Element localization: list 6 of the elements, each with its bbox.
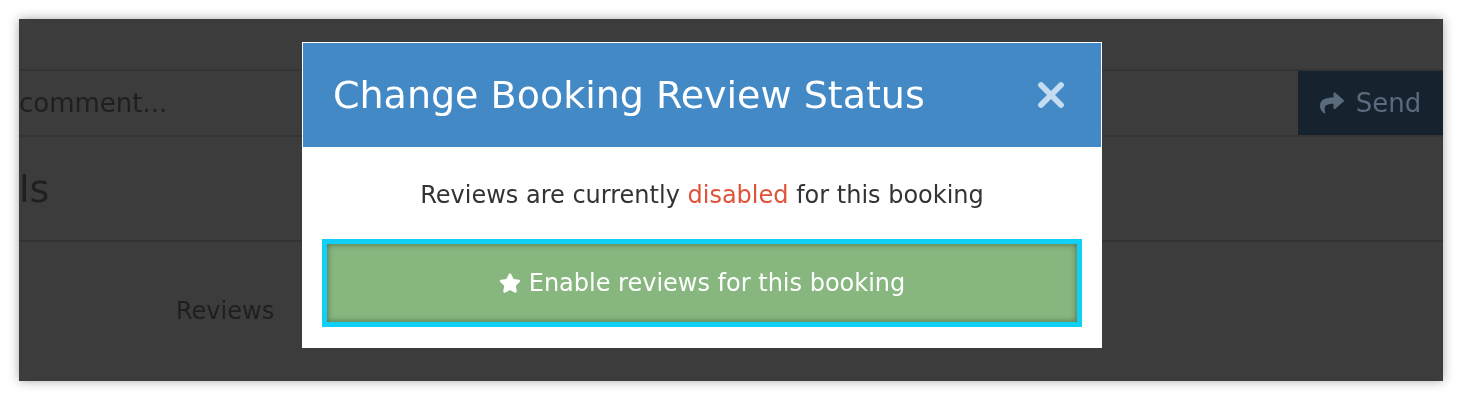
- send-button[interactable]: Send: [1298, 71, 1443, 135]
- share-arrow-icon: [1319, 91, 1344, 115]
- status-message: Reviews are currently disabled for this booking: [420, 181, 984, 209]
- enable-reviews-button[interactable]: Enable reviews for this booking: [322, 239, 1082, 327]
- modal-title: Change Booking Review Status: [333, 73, 925, 117]
- star-icon: [498, 272, 521, 294]
